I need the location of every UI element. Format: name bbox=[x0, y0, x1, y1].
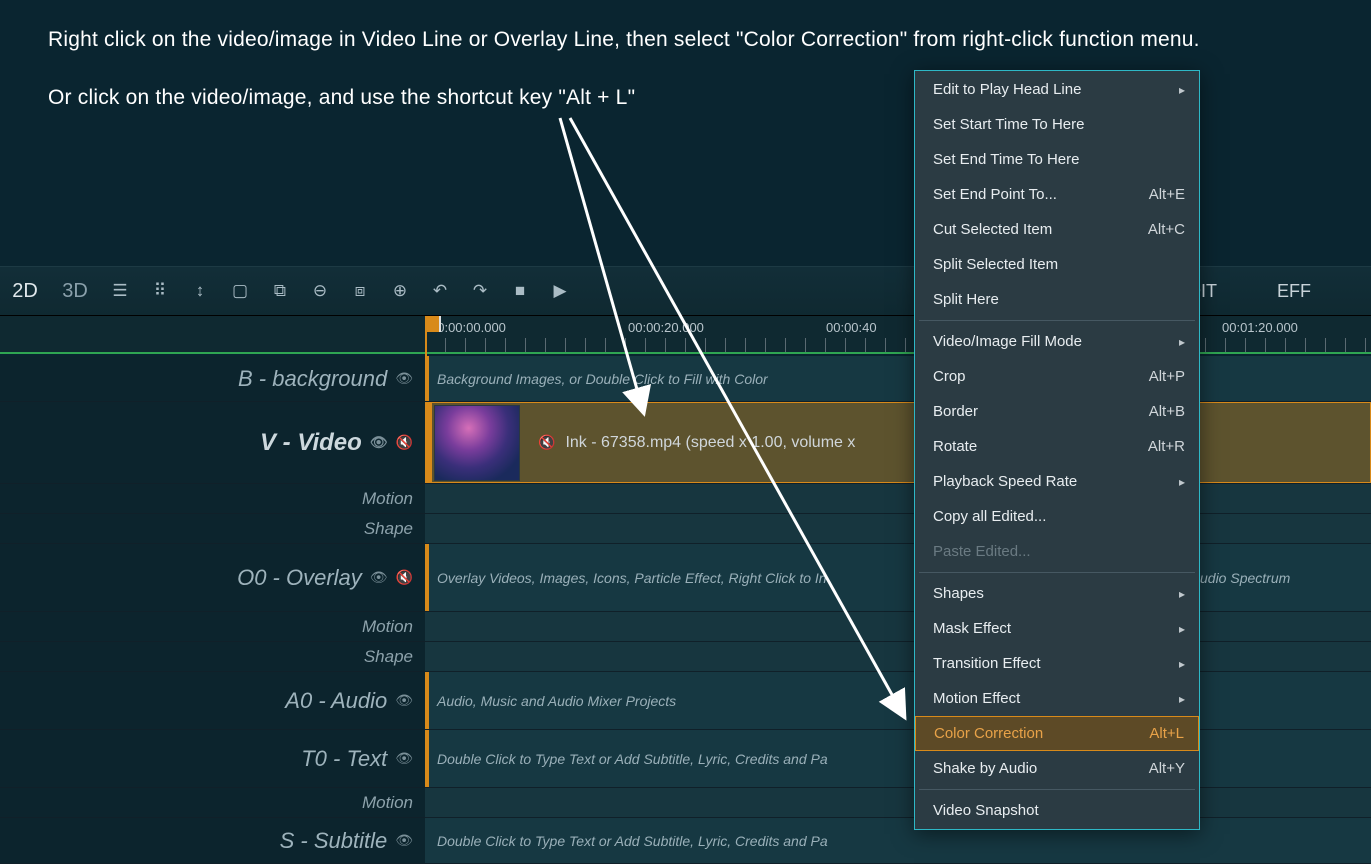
chevron-right-icon: ▸ bbox=[1179, 622, 1185, 636]
toolbar-redo-icon[interactable]: ↷ bbox=[460, 266, 500, 316]
context-menu: Edit to Play Head Line▸ Set Start Time T… bbox=[914, 70, 1200, 830]
clip-filename: Ink - 67358.mp4 (speed x 1.00, volume x bbox=[565, 434, 855, 452]
menu-transition-effect[interactable]: Transition Effect▸ bbox=[915, 646, 1199, 681]
menu-separator bbox=[919, 320, 1195, 321]
menu-split-here[interactable]: Split Here bbox=[915, 282, 1199, 317]
motion-label: Motion bbox=[362, 617, 413, 637]
track-text-motion-content[interactable] bbox=[425, 788, 1371, 817]
track-subtitle-hint: Double Click to Type Text or Add Subtitl… bbox=[437, 833, 828, 849]
track-video-label: V - Video bbox=[260, 429, 362, 457]
menu-set-end-time[interactable]: Set End Time To Here bbox=[915, 142, 1199, 177]
menu-fill-mode[interactable]: Video/Image Fill Mode▸ bbox=[915, 324, 1199, 359]
toolbar-minus-icon[interactable]: ⊖ bbox=[300, 266, 340, 316]
menu-crop[interactable]: CropAlt+P bbox=[915, 359, 1199, 394]
track-overlay-shape-content[interactable] bbox=[425, 642, 1371, 671]
instruction-line-2: Or click on the video/image, and use the… bbox=[48, 86, 635, 110]
chevron-right-icon: ▸ bbox=[1179, 692, 1185, 706]
clip-mute-icon[interactable]: 🔇 bbox=[538, 434, 555, 451]
track-audio-label: A0 - Audio bbox=[285, 688, 387, 714]
toolbar-grid-icon[interactable]: ⠿ bbox=[140, 266, 180, 316]
track-background-label: B - background bbox=[238, 366, 387, 392]
clip-left-handle[interactable] bbox=[426, 403, 432, 482]
track-video-shape-content[interactable] bbox=[425, 514, 1371, 543]
menu-paste-edited: Paste Edited... bbox=[915, 534, 1199, 569]
menu-video-snapshot[interactable]: Video Snapshot bbox=[915, 793, 1199, 828]
eye-icon[interactable]: 👁 bbox=[395, 692, 413, 709]
track-background-content[interactable]: Background Images, or Double Click to Fi… bbox=[425, 356, 1371, 401]
toolbar-plus-icon[interactable]: ⊕ bbox=[380, 266, 420, 316]
shape-label: Shape bbox=[364, 647, 413, 667]
eye-icon[interactable]: 👁 bbox=[370, 569, 388, 586]
ruler-tick-2: 00:00:40 bbox=[826, 320, 877, 335]
track-text-label: T0 - Text bbox=[301, 746, 387, 772]
track-overlay-content[interactable]: Overlay Videos, Images, Icons, Particle … bbox=[425, 544, 1371, 611]
motion-label: Motion bbox=[362, 489, 413, 509]
menu-cut-selected[interactable]: Cut Selected ItemAlt+C bbox=[915, 212, 1199, 247]
menu-playback-speed[interactable]: Playback Speed Rate▸ bbox=[915, 464, 1199, 499]
menu-motion-effect[interactable]: Motion Effect▸ bbox=[915, 681, 1199, 716]
toolbar-play-icon[interactable]: ▶ bbox=[540, 266, 580, 316]
track-video-content[interactable]: 🔇 Ink - 67358.mp4 (speed x 1.00, volume … bbox=[425, 402, 1371, 483]
tab-2d[interactable]: 2D bbox=[0, 280, 50, 303]
menu-split-selected[interactable]: Split Selected Item bbox=[915, 247, 1199, 282]
track-overlay-motion-content[interactable] bbox=[425, 612, 1371, 641]
toolbar-updown-icon[interactable]: ↕ bbox=[180, 266, 220, 316]
menu-set-end-point[interactable]: Set End Point To...Alt+E bbox=[915, 177, 1199, 212]
shape-label: Shape bbox=[364, 519, 413, 539]
track-overlay-label: O0 - Overlay bbox=[237, 565, 362, 591]
chevron-right-icon: ▸ bbox=[1179, 475, 1185, 489]
menu-shake-by-audio[interactable]: Shake by AudioAlt+Y bbox=[915, 751, 1199, 786]
chevron-right-icon: ▸ bbox=[1179, 83, 1185, 97]
toolbar-fit-icon[interactable]: ▢ bbox=[220, 266, 260, 316]
mute-icon[interactable]: 🔇 bbox=[396, 569, 413, 586]
menu-rotate[interactable]: RotateAlt+R bbox=[915, 429, 1199, 464]
eye-icon[interactable]: 👁 bbox=[395, 750, 413, 767]
menu-mask-effect[interactable]: Mask Effect▸ bbox=[915, 611, 1199, 646]
toolbar-split-icon[interactable]: ⧉ bbox=[260, 266, 300, 316]
track-text-content[interactable]: Double Click to Type Text or Add Subtitl… bbox=[425, 730, 1371, 787]
chevron-right-icon: ▸ bbox=[1179, 657, 1185, 671]
menu-copy-all-edited[interactable]: Copy all Edited... bbox=[915, 499, 1199, 534]
toolbar-list-icon[interactable]: ☰ bbox=[100, 266, 140, 316]
track-audio-content[interactable]: Audio, Music and Audio Mixer Projects bbox=[425, 672, 1371, 729]
eye-icon[interactable]: 👁 bbox=[395, 832, 413, 849]
toolbar-stop-icon[interactable]: ■ bbox=[500, 266, 540, 316]
clip-thumbnail bbox=[434, 405, 520, 481]
tab-3d[interactable]: 3D bbox=[50, 280, 100, 303]
ruler-tick-1: 00:00:20.000 bbox=[628, 320, 704, 335]
ruler-tick-3: 00:01:20.000 bbox=[1222, 320, 1298, 335]
playhead[interactable] bbox=[425, 316, 441, 332]
menu-shapes[interactable]: Shapes▸ bbox=[915, 576, 1199, 611]
instruction-line-1: Right click on the video/image in Video … bbox=[48, 28, 1200, 52]
ruler-marks bbox=[425, 338, 1371, 352]
toolbar-crop-icon[interactable]: ⧈ bbox=[340, 266, 380, 316]
eye-icon[interactable]: 👁 bbox=[395, 370, 413, 387]
motion-label: Motion bbox=[362, 793, 413, 813]
menu-separator bbox=[919, 789, 1195, 790]
eye-icon[interactable]: 👁 bbox=[370, 434, 388, 451]
video-clip[interactable]: 🔇 Ink - 67358.mp4 (speed x 1.00, volume … bbox=[425, 402, 1371, 483]
menu-color-correction[interactable]: Color CorrectionAlt+L bbox=[915, 716, 1199, 751]
toolbar-effect-label[interactable]: EFF bbox=[1277, 281, 1311, 302]
menu-edit-to-play-head[interactable]: Edit to Play Head Line▸ bbox=[915, 72, 1199, 107]
menu-border[interactable]: BorderAlt+B bbox=[915, 394, 1199, 429]
ruler-tick-0: 00:00:00.000 bbox=[430, 320, 506, 335]
chevron-right-icon: ▸ bbox=[1179, 587, 1185, 601]
chevron-right-icon: ▸ bbox=[1179, 335, 1185, 349]
menu-separator bbox=[919, 572, 1195, 573]
toolbar-undo-icon[interactable]: ↶ bbox=[420, 266, 460, 316]
mute-icon[interactable]: 🔇 bbox=[396, 434, 413, 451]
track-overlay-hint-tail: udio Spectrum bbox=[1200, 570, 1290, 586]
track-video-motion-content[interactable] bbox=[425, 484, 1371, 513]
track-subtitle-content[interactable]: Double Click to Type Text or Add Subtitl… bbox=[425, 818, 1371, 863]
track-subtitle-label: S - Subtitle bbox=[280, 828, 388, 854]
menu-set-start-time[interactable]: Set Start Time To Here bbox=[915, 107, 1199, 142]
